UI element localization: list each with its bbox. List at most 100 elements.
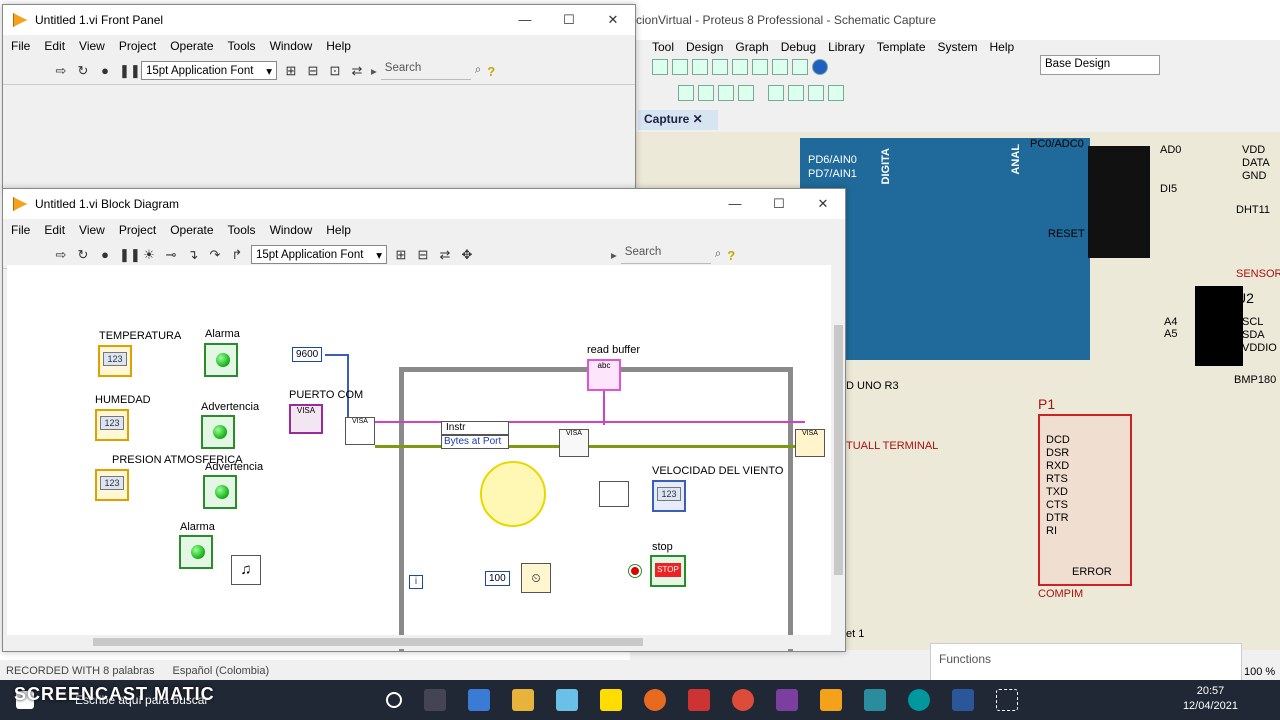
wait-ms-icon[interactable]: ⏲ <box>521 563 551 593</box>
property-bytes-at-port[interactable]: Bytes at Port <box>441 435 509 449</box>
zoom-icon[interactable] <box>768 85 784 101</box>
menu-view[interactable]: View <box>79 39 105 53</box>
string-to-number-node[interactable] <box>599 481 629 507</box>
resize-icon[interactable]: ⊡ <box>327 63 343 79</box>
file-explorer-icon[interactable] <box>512 689 534 711</box>
edge-icon[interactable] <box>468 689 490 711</box>
schematic-icon[interactable] <box>672 59 688 75</box>
proteus-taskbar-icon[interactable] <box>864 689 886 711</box>
base-design-select[interactable]: Base Design <box>1040 55 1160 75</box>
property-node-instr[interactable]: Instr <box>441 421 509 435</box>
search-box[interactable]: ▸ Search ⌕ <box>611 246 721 264</box>
distribute-icon[interactable]: ⊟ <box>305 63 321 79</box>
reorder-icon[interactable]: ⇄ <box>349 63 365 79</box>
pause-icon[interactable]: ❚❚ <box>119 63 141 79</box>
proteus-menu-library[interactable]: Library <box>828 40 865 58</box>
block-diagram-titlebar[interactable]: Untitled 1.vi Block Diagram — ☐ ✕ <box>3 189 845 219</box>
menu-file[interactable]: File <box>11 223 30 237</box>
cortana-icon[interactable] <box>386 692 402 708</box>
humedad-indicator[interactable]: 123 <box>95 409 129 441</box>
baud-rate-constant[interactable]: 9600 <box>292 347 323 362</box>
menu-project[interactable]: Project <box>119 39 156 53</box>
menu-view[interactable]: View <box>79 223 105 237</box>
minimize-button[interactable]: — <box>503 12 547 28</box>
horizontal-scroll-thumb[interactable] <box>93 638 643 646</box>
menu-help[interactable]: Help <box>326 39 351 53</box>
tab-capture[interactable]: Capture ✕ <box>638 110 718 130</box>
notes-icon[interactable] <box>772 59 788 75</box>
retain-wire-values-icon[interactable]: ⊸ <box>163 247 179 263</box>
search-input[interactable]: Search <box>380 62 471 80</box>
maximize-button[interactable]: ☐ <box>757 196 801 212</box>
run-continuous-icon[interactable]: ↻ <box>75 247 91 263</box>
minimize-button[interactable]: — <box>713 196 757 212</box>
menu-edit[interactable]: Edit <box>44 39 65 53</box>
distribute-icon[interactable]: ⊟ <box>415 247 431 263</box>
proteus-menu-system[interactable]: System <box>938 40 978 58</box>
pick-icon[interactable] <box>828 85 844 101</box>
word-icon[interactable] <box>952 689 974 711</box>
3d-icon[interactable] <box>732 59 748 75</box>
step-over-icon[interactable]: ↷ <box>207 247 223 263</box>
read-buffer-indicator[interactable]: abc <box>587 359 621 391</box>
abort-icon[interactable]: ● <box>97 247 113 263</box>
menu-window[interactable]: Window <box>270 39 313 53</box>
bom-icon[interactable] <box>752 59 768 75</box>
visa-close-node[interactable]: VISA <box>795 429 825 457</box>
vertical-scroll-thumb[interactable] <box>834 325 843 575</box>
block-diagram-canvas[interactable]: TEMPERATURA 123 HUMEDAD 123 PRESION ATMO… <box>7 265 831 651</box>
block-icon[interactable] <box>738 85 754 101</box>
search-icon[interactable]: ⌕ <box>475 64 481 77</box>
wait-constant[interactable]: 100 <box>485 571 510 586</box>
search-box[interactable]: ▸ Search ⌕ <box>371 62 481 80</box>
presion-indicator[interactable]: 123 <box>95 469 129 501</box>
abort-icon[interactable]: ● <box>97 63 113 79</box>
menu-operate[interactable]: Operate <box>170 223 213 237</box>
font-select[interactable]: 15pt Application Font ▾ <box>141 61 277 80</box>
font-select[interactable]: 15pt Application Font ▾ <box>251 245 387 264</box>
temperatura-indicator[interactable]: 123 <box>98 345 132 377</box>
help-icon[interactable]: ? <box>487 64 501 79</box>
reorder-icon[interactable]: ⇄ <box>437 247 453 263</box>
while-loop[interactable] <box>399 367 793 651</box>
task-view-icon[interactable] <box>424 689 446 711</box>
search-icon[interactable]: ⌕ <box>715 248 721 261</box>
menu-file[interactable]: File <box>11 39 30 53</box>
run-continuous-icon[interactable]: ↻ <box>75 63 91 79</box>
cut-icon[interactable] <box>678 85 694 101</box>
advertencia-led[interactable] <box>201 415 235 449</box>
pcb-icon[interactable] <box>692 59 708 75</box>
advertencia-led-2[interactable] <box>203 475 237 509</box>
visa-configure-serial-node[interactable]: VISA <box>345 417 375 445</box>
highlight-execution-icon[interactable]: ☀ <box>141 247 157 263</box>
menu-edit[interactable]: Edit <box>44 223 65 237</box>
step-into-icon[interactable]: ↴ <box>185 247 201 263</box>
firefox-icon[interactable] <box>644 689 666 711</box>
horizontal-scrollbar[interactable] <box>3 635 833 649</box>
visa-read-node[interactable]: VISA <box>559 429 589 457</box>
alarma-led-2[interactable] <box>179 535 213 569</box>
run-icon[interactable]: ⇨ <box>53 247 69 263</box>
close-button[interactable]: ✕ <box>801 196 845 212</box>
proteus-menu-template[interactable]: Template <box>877 40 926 58</box>
step-out-icon[interactable]: ↱ <box>229 247 245 263</box>
alarma-led[interactable] <box>204 343 238 377</box>
home-icon[interactable] <box>652 59 668 75</box>
align-icon[interactable]: ⊞ <box>283 63 299 79</box>
app-icon[interactable] <box>556 689 578 711</box>
vertical-scrollbar[interactable] <box>831 265 845 639</box>
calculator-icon[interactable] <box>688 689 710 711</box>
wire-icon[interactable] <box>788 85 804 101</box>
menu-operate[interactable]: Operate <box>170 39 213 53</box>
language-indicator[interactable]: Español (Colombia) <box>173 665 270 677</box>
maximize-button[interactable]: ☐ <box>547 12 591 28</box>
menu-project[interactable]: Project <box>119 223 156 237</box>
snip-icon[interactable] <box>996 689 1018 711</box>
source-icon[interactable] <box>792 59 808 75</box>
paste-icon[interactable] <box>718 85 734 101</box>
front-panel-canvas[interactable] <box>3 85 623 189</box>
pause-icon[interactable]: ❚❚ <box>119 247 141 263</box>
sound-icon[interactable]: ♫ <box>231 555 261 585</box>
proteus-menu-help[interactable]: Help <box>990 40 1015 58</box>
probe-icon[interactable] <box>808 85 824 101</box>
